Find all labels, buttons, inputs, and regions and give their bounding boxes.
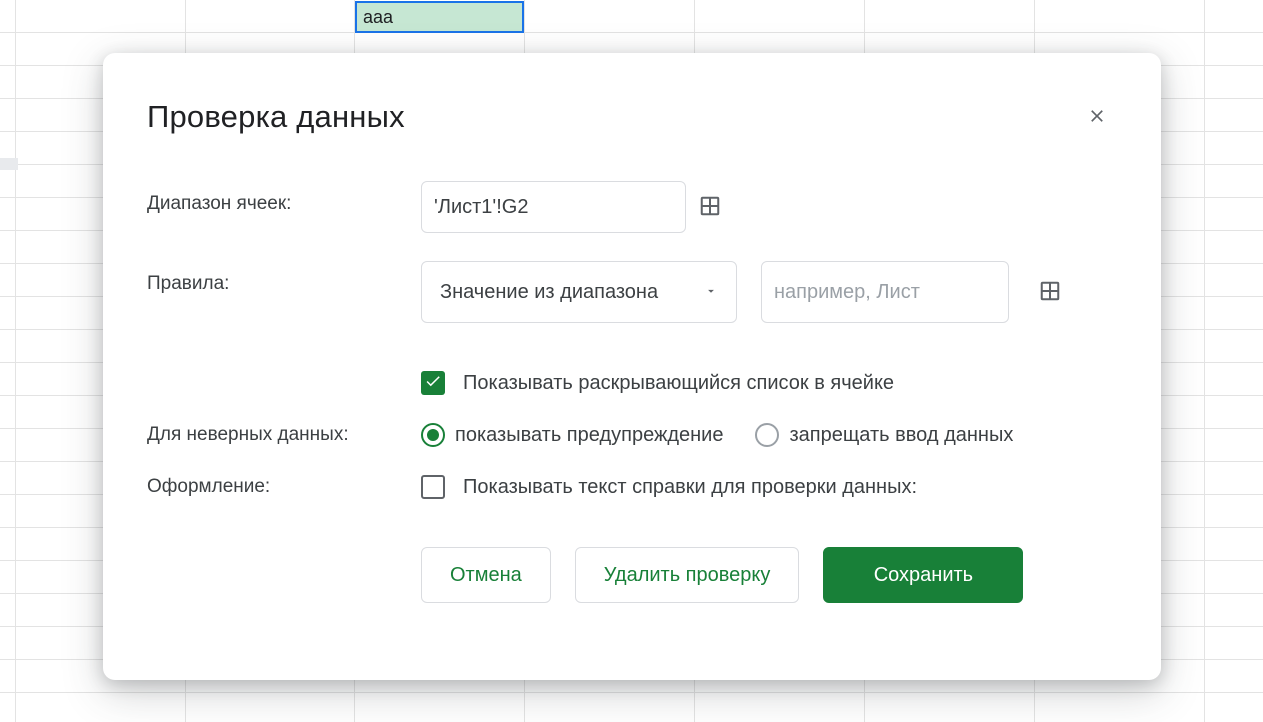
dialog-title: Проверка данных xyxy=(147,99,405,135)
close-button[interactable] xyxy=(1077,97,1117,137)
rule-type-selected: Значение из диапазона xyxy=(440,281,658,304)
dialog-button-row: Отмена Удалить проверку Сохранить xyxy=(147,547,1117,603)
radio-icon xyxy=(755,423,779,447)
close-icon xyxy=(1087,106,1107,129)
rule-source-input[interactable] xyxy=(774,281,1039,304)
data-validation-dialog: Проверка данных Диапазон ячеек: xyxy=(103,53,1161,680)
cancel-button[interactable]: Отмена xyxy=(421,547,551,603)
show-help-text-label: Показывать текст справки для проверки да… xyxy=(463,476,917,499)
radio-reject-input[interactable]: запрещать ввод данных xyxy=(755,423,1013,447)
save-button[interactable]: Сохранить xyxy=(823,547,1023,603)
radio-show-warning[interactable]: показывать предупреждение xyxy=(421,423,723,447)
checkmark-icon xyxy=(424,372,442,395)
cell-range-input[interactable] xyxy=(434,196,699,219)
radio-reject-input-label: запрещать ввод данных xyxy=(789,424,1013,447)
cell-range-picker-button[interactable] xyxy=(699,193,721,221)
chevron-down-icon xyxy=(704,281,718,304)
grid-icon xyxy=(1039,280,1061,305)
show-dropdown-checkbox[interactable] xyxy=(421,371,445,395)
rule-source-picker-button[interactable] xyxy=(1039,278,1061,306)
radio-icon xyxy=(421,423,445,447)
remove-validation-button[interactable]: Удалить проверку xyxy=(575,547,800,603)
show-help-text-checkbox[interactable] xyxy=(421,475,445,499)
on-invalid-label: Для неверных данных: xyxy=(147,424,421,446)
cell-range-label: Диапазон ячеек: xyxy=(147,181,421,215)
grid-icon xyxy=(699,195,721,220)
radio-show-warning-label: показывать предупреждение xyxy=(455,424,723,447)
cell-range-field[interactable] xyxy=(421,181,686,233)
rule-type-dropdown[interactable]: Значение из диапазона xyxy=(421,261,737,323)
on-invalid-radio-group: показывать предупреждение запрещать ввод… xyxy=(421,423,1117,447)
show-dropdown-label: Показывать раскрывающийся список в ячейк… xyxy=(463,372,894,395)
active-cell-value: aaa xyxy=(363,7,393,27)
active-cell[interactable]: aaa xyxy=(355,1,524,33)
appearance-label: Оформление: xyxy=(147,476,421,498)
rules-label: Правила: xyxy=(147,261,421,295)
rule-source-field[interactable] xyxy=(761,261,1009,323)
